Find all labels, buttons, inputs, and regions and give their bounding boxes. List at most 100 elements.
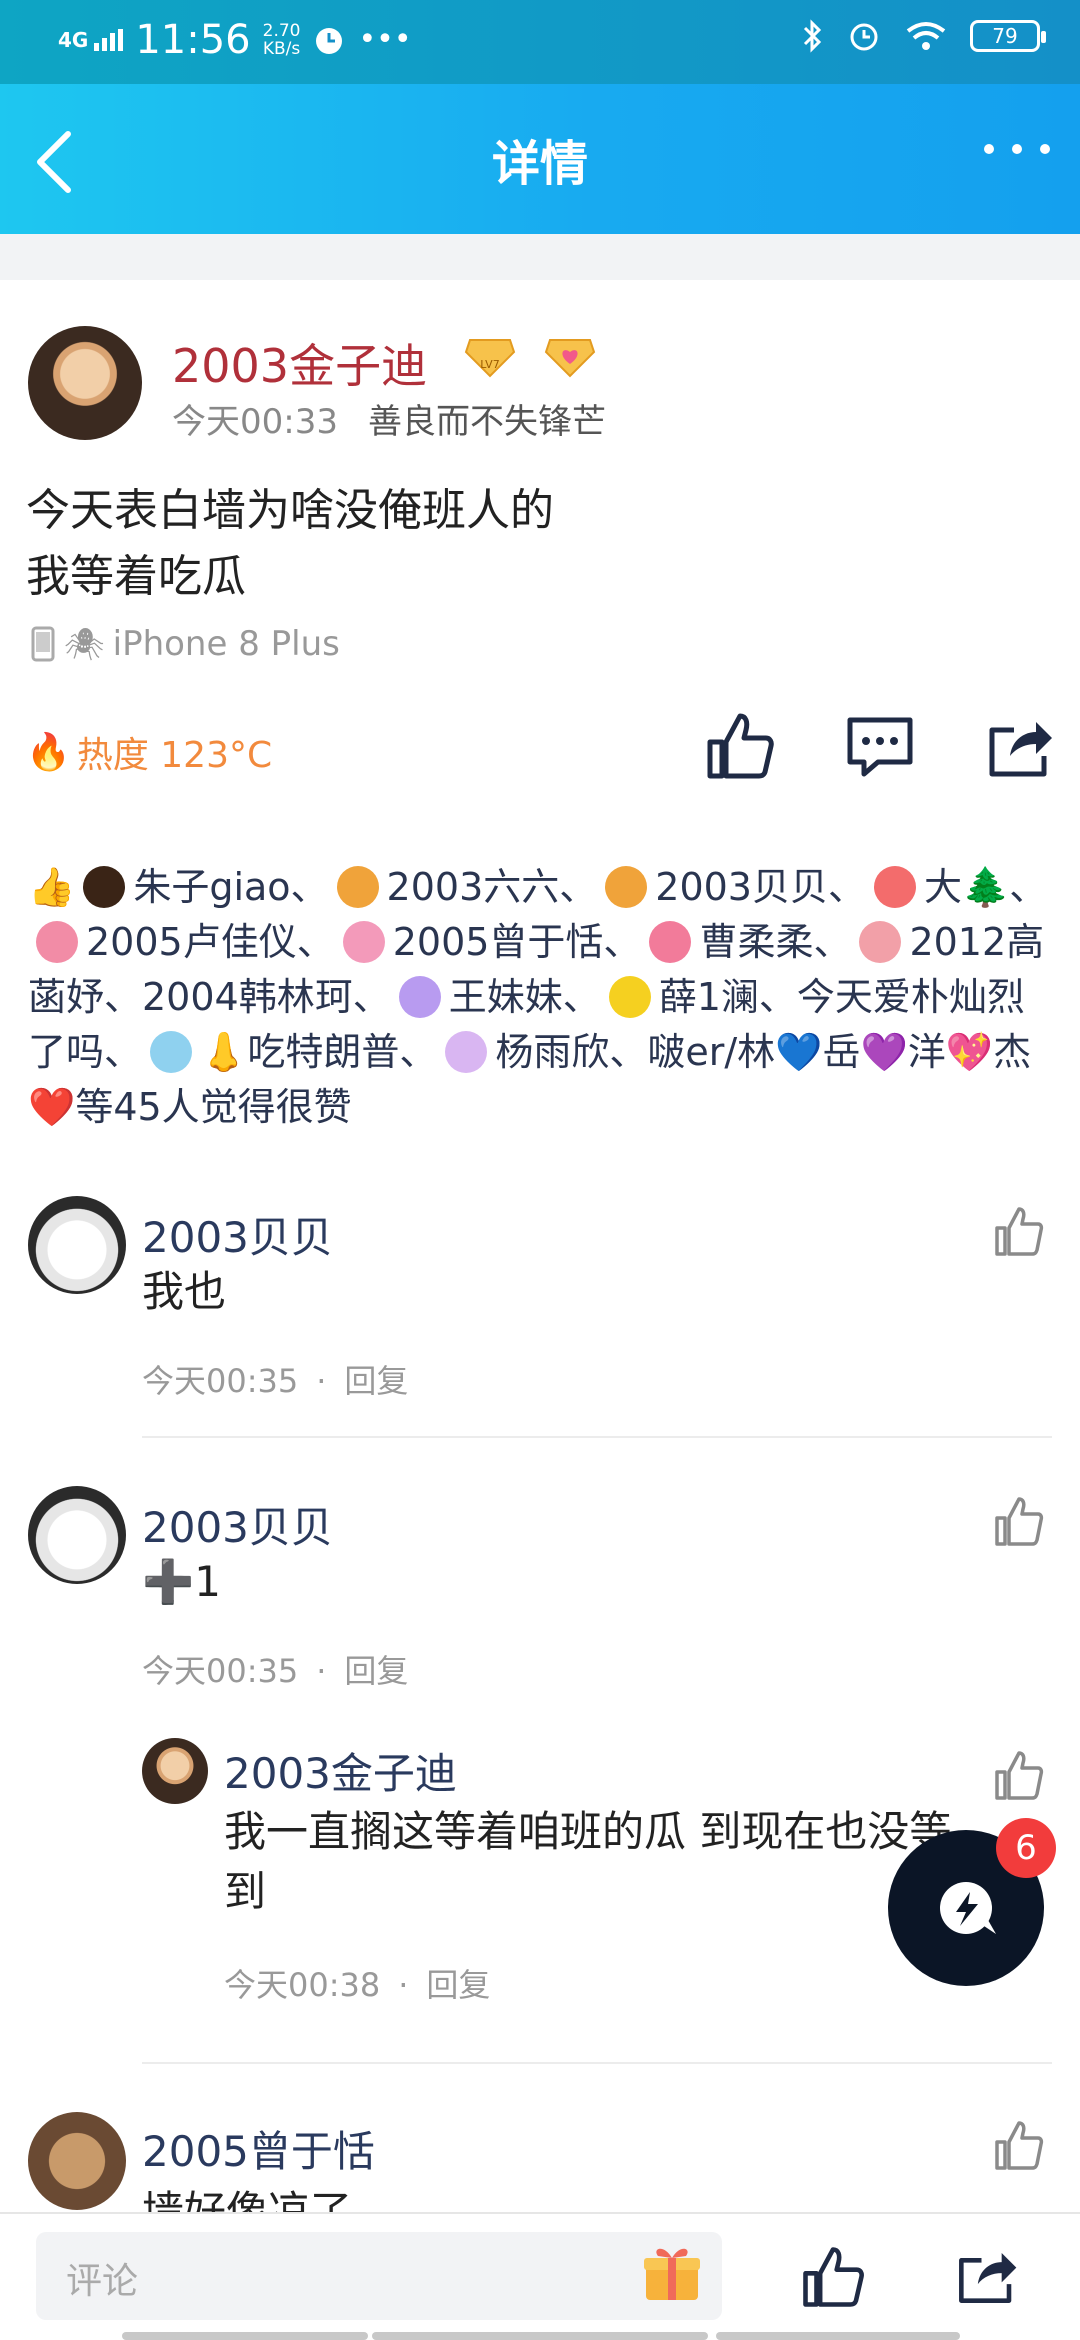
comment-like-icon[interactable] xyxy=(992,1204,1046,1258)
level-badge-text: LV7 xyxy=(480,358,499,371)
heat-value: 热度 123°C xyxy=(76,735,273,776)
commenter-name[interactable]: 2003贝贝 xyxy=(142,1204,333,1265)
heat-indicator: 🔥 热度 123°C xyxy=(26,726,272,778)
phone-icon xyxy=(31,626,55,662)
notification-badge: 6 xyxy=(996,1818,1056,1878)
likes-part-3[interactable]: 2003贝贝、 xyxy=(655,865,866,909)
post-actions xyxy=(704,710,1056,782)
commenter-name[interactable]: 2005曾于恬 xyxy=(142,2118,375,2179)
reply-author-name[interactable]: 2003金子迪 xyxy=(224,1740,457,1801)
avatar-dot xyxy=(342,921,385,963)
gesture-bar xyxy=(122,2332,368,2340)
level-badge-icon: LV7 xyxy=(464,339,516,378)
avatar-dot xyxy=(608,976,651,1018)
avatar-dot xyxy=(605,866,648,908)
device-info: 🕷 iPhone 8 Plus xyxy=(30,624,340,664)
author-name[interactable]: 2003金子迪 xyxy=(172,330,427,396)
thumbs-up-icon: 👍 xyxy=(28,865,76,909)
reply-time: 今天00:38 xyxy=(224,1966,381,2004)
bluetooth-icon xyxy=(803,19,822,53)
likes-part-5[interactable]: 2005卢佳仪、 xyxy=(86,920,335,964)
more-options-button[interactable] xyxy=(984,144,1050,154)
page-title: 详情 xyxy=(491,136,588,192)
author-signature: 善良而不失锋芒 xyxy=(367,402,606,442)
comment-time: 今天00:35 xyxy=(142,1362,299,1400)
gesture-bar xyxy=(372,2332,708,2340)
device-name: iPhone 8 Plus xyxy=(112,624,340,664)
comment-input[interactable]: 评论 xyxy=(36,2232,722,2320)
comment-text: ➕1 xyxy=(142,1557,222,1606)
bottom-like-button[interactable] xyxy=(800,2244,866,2310)
net-speed-unit: KB/s xyxy=(262,39,301,59)
spider-icon: 🕷 xyxy=(64,625,105,663)
reply-meta: 今天00:38 · 回复 xyxy=(224,1960,490,2006)
bottom-bar: 评论 xyxy=(0,2212,1080,2340)
comment-like-icon[interactable] xyxy=(992,2118,1046,2172)
comment-like-icon[interactable] xyxy=(992,1494,1046,1548)
likes-part-6[interactable]: 2005曾于恬、 xyxy=(393,920,642,964)
reply-button[interactable]: 回复 xyxy=(344,1362,408,1400)
alarm-icon xyxy=(316,28,343,54)
bottom-share-button[interactable] xyxy=(952,2242,1022,2308)
signal-icon xyxy=(94,29,124,51)
clock: 11:56 xyxy=(135,17,251,63)
avatar-dot xyxy=(649,921,692,963)
avatar-dot xyxy=(445,1031,488,1073)
more-status-icon: ••• xyxy=(358,22,412,57)
avatar-dot xyxy=(83,866,126,908)
reply-button[interactable]: 回复 xyxy=(426,1966,490,2004)
status-left: 4G 11:56 2.70 KB/s ••• xyxy=(58,18,412,62)
gift-icon[interactable] xyxy=(640,2240,704,2304)
comment-button[interactable] xyxy=(844,710,916,782)
avatar-dot xyxy=(36,921,78,963)
comment-divider xyxy=(142,2062,1052,2064)
avatar-dot xyxy=(336,866,379,908)
post-time: 今天00:33 xyxy=(172,402,338,442)
commenter-avatar[interactable] xyxy=(28,1196,126,1294)
comment-meta: 今天00:35 · 回复 xyxy=(142,1356,408,1402)
commenter-avatar[interactable] xyxy=(28,1486,126,1584)
comment-divider xyxy=(142,1436,1052,1438)
likes-part-4[interactable]: 大🌲、 xyxy=(924,865,1047,909)
battery-level: 79 xyxy=(992,24,1018,48)
commenter-name[interactable]: 2003贝贝 xyxy=(142,1494,333,1555)
commenter-avatar[interactable] xyxy=(28,2112,126,2210)
network-type: 4G xyxy=(58,28,89,52)
author-avatar[interactable] xyxy=(28,326,142,440)
likes-list: 👍 朱子giao、 2003六六、 2003贝贝、 大🌲、 2005卢佳仪、 2005曾于恬… xyxy=(28,860,1058,1135)
post-meta: 今天00:33 善良而不失锋芒 xyxy=(172,394,606,443)
gesture-bar xyxy=(716,2332,960,2340)
avatar-dot xyxy=(398,976,441,1018)
section-gap xyxy=(0,234,1080,280)
fire-icon: 🔥 xyxy=(26,732,71,773)
battery-icon: 79 xyxy=(970,20,1046,52)
comment-time: 今天00:35 xyxy=(142,1652,299,1690)
comment-meta: 今天00:35 · 回复 xyxy=(142,1646,408,1692)
comment-text: 我也 xyxy=(142,1267,227,1316)
likes-part-11[interactable]: 👃吃特朗普、 xyxy=(200,1030,437,1074)
status-bar: 4G 11:56 2.70 KB/s ••• 79 xyxy=(0,0,1080,84)
net-speed: 2.70 KB/s xyxy=(263,22,301,58)
alarm-clock-icon xyxy=(850,23,878,51)
meta-separator: · xyxy=(398,1966,409,2004)
reply-like-icon[interactable] xyxy=(992,1748,1046,1802)
net-speed-value: 2.70 xyxy=(262,21,301,41)
likes-part-1[interactable]: 朱子giao、 xyxy=(133,865,328,909)
like-button[interactable] xyxy=(704,710,776,782)
reply-avatar[interactable] xyxy=(142,1738,208,1804)
nav-bar: 详情 xyxy=(0,84,1080,234)
meta-separator: · xyxy=(316,1652,327,1690)
avatar-dot xyxy=(859,921,902,963)
avatar-dot xyxy=(150,1031,193,1073)
reply-text: 我一直搁这等着咱班的瓜 到现在也没等到 xyxy=(224,1807,952,1916)
avatar-dot xyxy=(873,866,916,908)
wifi-icon xyxy=(906,22,946,50)
share-button[interactable] xyxy=(984,710,1056,782)
meta-separator: · xyxy=(316,1362,327,1400)
likes-part-2[interactable]: 2003六六、 xyxy=(387,865,598,909)
diamond-heart-icon xyxy=(544,339,596,378)
likes-part-7[interactable]: 曹柔柔、 xyxy=(699,920,851,964)
likes-part-9[interactable]: 王妹妹、 xyxy=(449,975,601,1019)
status-right: 79 xyxy=(802,18,1046,54)
reply-button[interactable]: 回复 xyxy=(344,1652,408,1690)
